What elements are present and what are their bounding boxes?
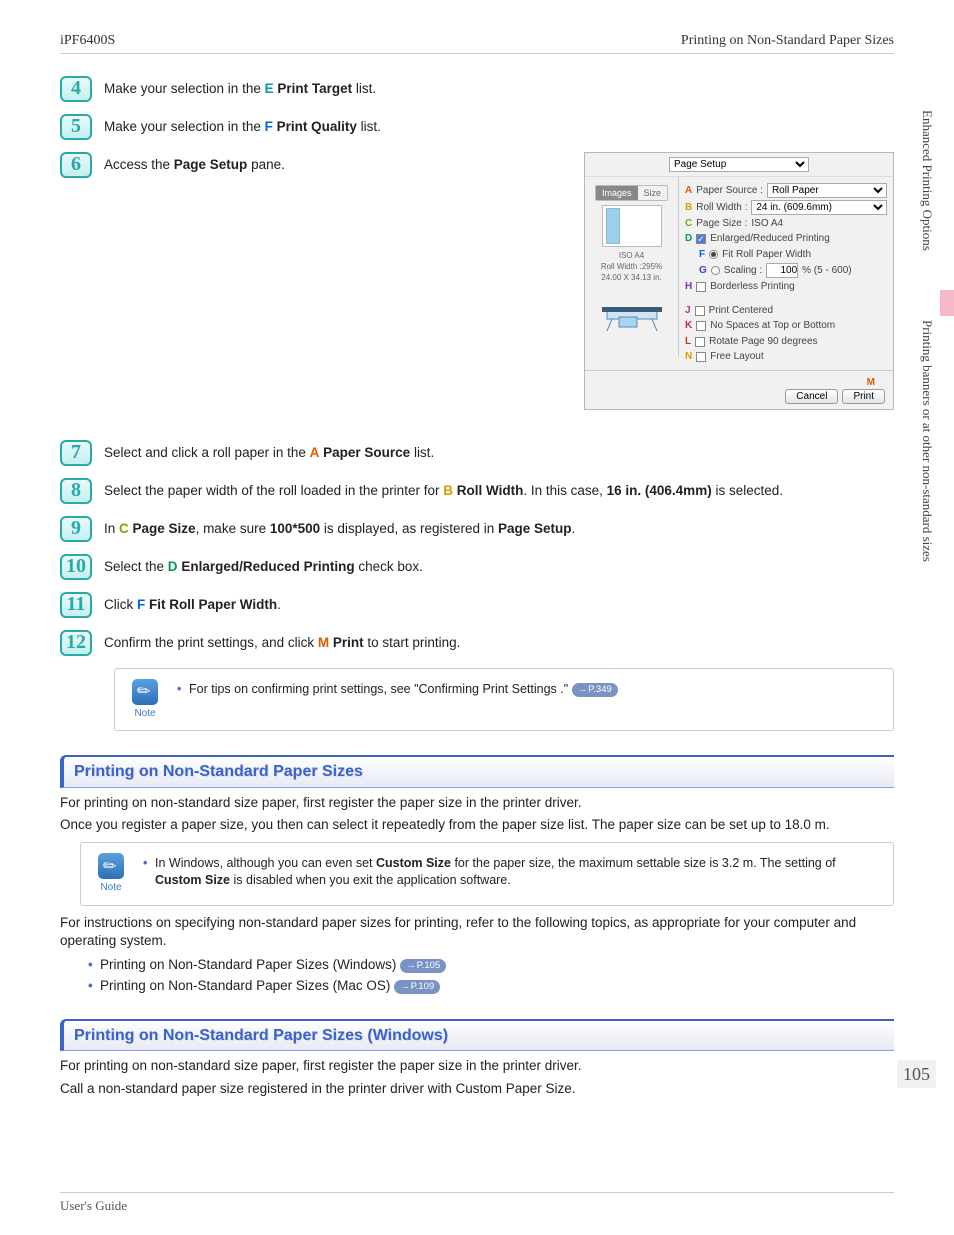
header-left: iPF6400S <box>60 32 115 51</box>
page-ref-link[interactable]: P.349 <box>572 683 618 697</box>
section-heading: Printing on Non-Standard Paper Sizes <box>60 755 894 788</box>
step-text: Select the paper width of the roll loade… <box>104 478 894 500</box>
step-text: Select and click a roll paper in the A P… <box>104 440 894 462</box>
note-content: In Windows, although you can even set Cu… <box>143 853 881 891</box>
step-text: Make your selection in the F Print Quali… <box>104 114 894 136</box>
step-7: 7 Select and click a roll paper in the A… <box>60 440 894 466</box>
marker-m: M <box>318 635 329 650</box>
marker-d: D <box>685 232 692 246</box>
note-icon: Note <box>93 853 129 895</box>
rotate-90-checkbox[interactable] <box>695 337 705 347</box>
paper-source-select[interactable]: Roll Paper <box>767 183 887 198</box>
body-text: For printing on non-standard size paper,… <box>60 1057 894 1075</box>
step-5: 5 Make your selection in the F Print Qua… <box>60 114 894 140</box>
dialog-preview-pane: ImagesSize ISO A4 Roll Width :295% 24.00… <box>585 177 679 357</box>
page-ref-link[interactable]: P.105 <box>400 959 446 973</box>
fit-roll-width-radio[interactable] <box>709 250 718 259</box>
step-number: 7 <box>60 440 92 466</box>
step-9: 9 In C Page Size, make sure 100*500 is d… <box>60 516 894 542</box>
body-text: Once you register a paper size, you then… <box>60 816 894 834</box>
marker-f: F <box>137 597 145 612</box>
marker-g: G <box>699 264 707 278</box>
page-setup-dialog: Page Setup ImagesSize ISO A4 Roll Width … <box>584 152 894 411</box>
marker-k: K <box>685 319 692 333</box>
step-text: Make your selection in the E Print Targe… <box>104 76 894 98</box>
marker-n: N <box>685 350 692 364</box>
marker-a: A <box>685 184 692 198</box>
marker-c: C <box>119 521 129 536</box>
roll-width-select[interactable]: 24 in. (609.6mm) <box>751 200 887 215</box>
marker-l: L <box>685 335 691 349</box>
marker-a: A <box>310 445 320 460</box>
enlarged-reduced-checkbox[interactable] <box>696 234 706 244</box>
no-spaces-checkbox[interactable] <box>696 321 706 331</box>
print-centered-checkbox[interactable] <box>695 306 705 316</box>
header-right: Printing on Non-Standard Paper Sizes <box>681 32 894 51</box>
section-heading: Printing on Non-Standard Paper Sizes (Wi… <box>60 1019 894 1052</box>
body-text: For printing on non-standard size paper,… <box>60 794 894 812</box>
step-number: 5 <box>60 114 92 140</box>
step-number: 9 <box>60 516 92 542</box>
body-text: Call a non-standard paper size registere… <box>60 1080 894 1098</box>
marker-f: F <box>699 248 705 262</box>
printer-illustration <box>597 289 667 334</box>
page-ref-link[interactable]: P.109 <box>394 980 440 994</box>
free-layout-checkbox[interactable] <box>696 352 706 362</box>
sidebar-chapter: Enhanced Printing Options <box>918 110 936 251</box>
step-number: 12 <box>60 630 92 656</box>
body-text: For instructions on specifying non-stand… <box>60 914 894 950</box>
marker-j: J <box>685 304 691 318</box>
preview-tabs[interactable]: ImagesSize <box>595 185 668 201</box>
pane-select[interactable]: Page Setup <box>669 157 809 172</box>
note-icon: Note <box>127 679 163 721</box>
marker-e: E <box>265 81 274 96</box>
topic-links: Printing on Non-Standard Paper Sizes (Wi… <box>88 956 894 994</box>
note-box: Note In Windows, although you can even s… <box>80 842 894 906</box>
step-number: 10 <box>60 554 92 580</box>
list-item: Printing on Non-Standard Paper Sizes (Wi… <box>88 956 894 974</box>
step-11: 11 Click F Fit Roll Paper Width. <box>60 592 894 618</box>
marker-c: C <box>685 217 692 231</box>
page-header: iPF6400S Printing on Non-Standard Paper … <box>60 32 894 54</box>
scaling-radio[interactable] <box>711 266 720 275</box>
step-text: Click F Fit Roll Paper Width. <box>104 592 894 614</box>
page-thumbnail <box>602 205 662 247</box>
step-4: 4 Make your selection in the E Print Tar… <box>60 76 894 102</box>
scaling-input[interactable] <box>766 263 798 278</box>
step-number: 6 <box>60 152 92 178</box>
step-text: Confirm the print settings, and click M … <box>104 630 894 652</box>
borderless-checkbox[interactable] <box>696 282 706 292</box>
page-number: 105 <box>897 1060 936 1088</box>
print-button[interactable]: Print <box>842 389 885 404</box>
step-8: 8 Select the paper width of the roll loa… <box>60 478 894 504</box>
step-text: In C Page Size, make sure 100*500 is dis… <box>104 516 894 538</box>
marker-m: M <box>867 377 875 388</box>
marker-h: H <box>685 280 692 294</box>
note-box: Note For tips on confirming print settin… <box>114 668 894 732</box>
step-number: 11 <box>60 592 92 618</box>
footer: User's Guide <box>60 1192 894 1215</box>
step-number: 4 <box>60 76 92 102</box>
marker-b: B <box>685 201 692 215</box>
step-10: 10 Select the D Enlarged/Reduced Printin… <box>60 554 894 580</box>
marker-f: F <box>265 119 273 134</box>
section-tab-marker <box>940 290 954 316</box>
marker-d: D <box>168 559 178 574</box>
step-text: Select the D Enlarged/Reduced Printing c… <box>104 554 894 576</box>
step-12: 12 Confirm the print settings, and click… <box>60 630 894 656</box>
step-number: 8 <box>60 478 92 504</box>
list-item: Printing on Non-Standard Paper Sizes (Ma… <box>88 977 894 995</box>
sidebar-section: Printing banners or at other non-standar… <box>918 320 936 562</box>
page-size-value: ISO A4 <box>751 217 783 231</box>
marker-b: B <box>443 483 453 498</box>
cancel-button[interactable]: Cancel <box>785 389 838 404</box>
note-content: For tips on confirming print settings, s… <box>177 679 881 700</box>
